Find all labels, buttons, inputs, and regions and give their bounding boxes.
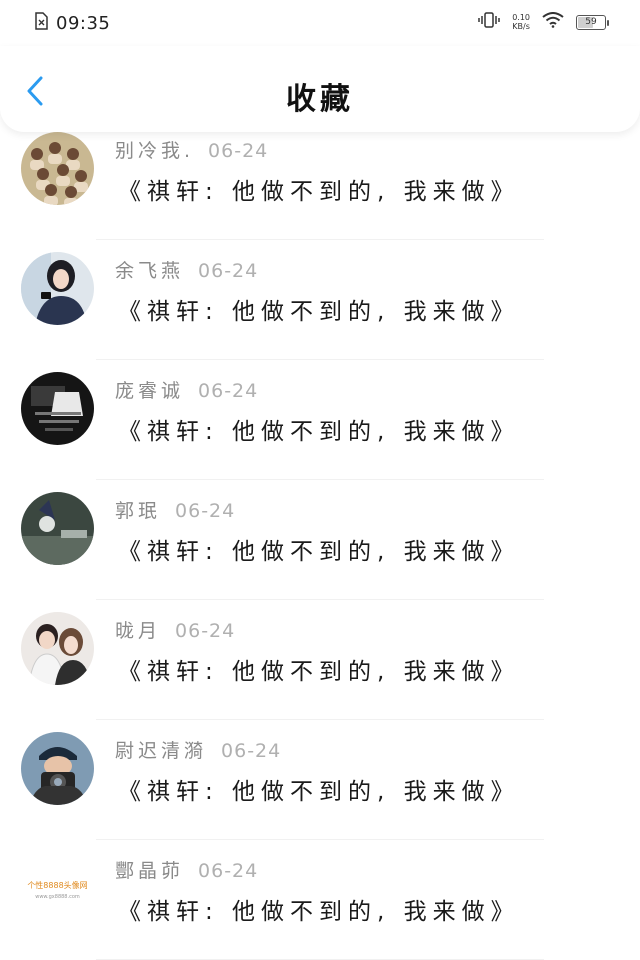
post-date: 06-24 <box>198 860 259 882</box>
story-title[interactable]: 《祺轩: 他做不到的, 我来做》 <box>118 412 520 446</box>
author-name: 昽月 <box>115 620 162 642</box>
post-date: 06-24 <box>198 260 259 282</box>
author-name: 酆晶茆 <box>115 860 185 882</box>
list-item[interactable]: 郭珉 06-24 《祺轩: 他做不到的, 我来做》 <box>0 480 640 600</box>
avatar[interactable] <box>21 252 94 325</box>
post-date: 06-24 <box>208 140 269 162</box>
battery-level: 59 <box>585 17 597 27</box>
avatar[interactable] <box>21 372 94 445</box>
list-item[interactable]: 尉迟清漪 06-24 《祺轩: 他做不到的, 我来做》 <box>0 720 640 840</box>
story-title[interactable]: 《祺轩: 他做不到的, 我来做》 <box>118 532 520 566</box>
author-name: 庞睿诚 <box>115 380 185 402</box>
status-left: 09:35 <box>34 12 110 34</box>
author-line: 别冷我. 06-24 <box>115 136 268 163</box>
author-name: 尉迟清漪 <box>115 740 208 762</box>
avatar[interactable] <box>21 612 94 685</box>
vibrate-icon <box>478 12 500 32</box>
story-title[interactable]: 《祺轩: 他做不到的, 我来做》 <box>118 892 520 926</box>
sim-missing-icon <box>34 12 48 34</box>
status-bar: 09:35 0.10 KB/s 59 <box>0 0 640 46</box>
network-speed-unit: KB/s <box>512 22 530 31</box>
list-item[interactable]: 昽月 06-24 《祺轩: 他做不到的, 我来做》 <box>0 600 640 720</box>
svg-text:个性8888头像网: 个性8888头像网 <box>27 880 87 890</box>
avatar[interactable] <box>21 492 94 565</box>
author-line: 酆晶茆 06-24 <box>115 856 258 883</box>
list-item[interactable]: 庞睿诚 06-24 《祺轩: 他做不到的, 我来做》 <box>0 360 640 480</box>
post-date: 06-24 <box>175 500 236 522</box>
post-date: 06-24 <box>175 620 236 642</box>
header: 收藏 <box>0 46 640 132</box>
list-item[interactable]: 余飞燕 06-24 《祺轩: 他做不到的, 我来做》 <box>0 240 640 360</box>
author-name: 别冷我. <box>115 140 195 162</box>
wifi-icon <box>542 12 564 32</box>
page-title: 收藏 <box>286 82 354 117</box>
favorites-list: 别冷我. 06-24 《祺轩: 他做不到的, 我来做》 余飞燕 06-24 《祺轩: 他做… <box>0 120 640 960</box>
author-name: 余飞燕 <box>115 260 185 282</box>
story-title[interactable]: 《祺轩: 他做不到的, 我来做》 <box>118 172 520 206</box>
post-date: 06-24 <box>221 740 282 762</box>
battery-icon: 59 <box>576 14 609 30</box>
story-title[interactable]: 《祺轩: 他做不到的, 我来做》 <box>118 772 520 806</box>
author-line: 郭珉 06-24 <box>115 496 235 523</box>
author-line: 昽月 06-24 <box>115 616 235 643</box>
avatar[interactable]: 个性8888头像网 www.gx8888.com <box>21 852 94 925</box>
list-item[interactable]: 个性8888头像网 www.gx8888.com 酆晶茆 06-24 《祺轩: 他做不到… <box>0 840 640 960</box>
list-item[interactable]: 别冷我. 06-24 《祺轩: 他做不到的, 我来做》 <box>0 120 640 240</box>
avatar[interactable] <box>21 132 94 205</box>
avatar[interactable] <box>21 732 94 805</box>
network-speed-value: 0.10 <box>512 13 530 22</box>
status-right: 0.10 KB/s 59 <box>478 12 609 32</box>
story-title[interactable]: 《祺轩: 他做不到的, 我来做》 <box>118 652 520 686</box>
status-time: 09:35 <box>56 12 111 34</box>
story-title[interactable]: 《祺轩: 他做不到的, 我来做》 <box>118 292 520 326</box>
author-name: 郭珉 <box>115 500 162 522</box>
author-line: 尉迟清漪 06-24 <box>115 736 281 763</box>
svg-text:www.gx8888.com: www.gx8888.com <box>35 894 80 900</box>
author-line: 庞睿诚 06-24 <box>115 376 258 403</box>
network-speed: 0.10 KB/s <box>512 13 530 31</box>
author-line: 余飞燕 06-24 <box>115 256 258 283</box>
post-date: 06-24 <box>198 380 259 402</box>
